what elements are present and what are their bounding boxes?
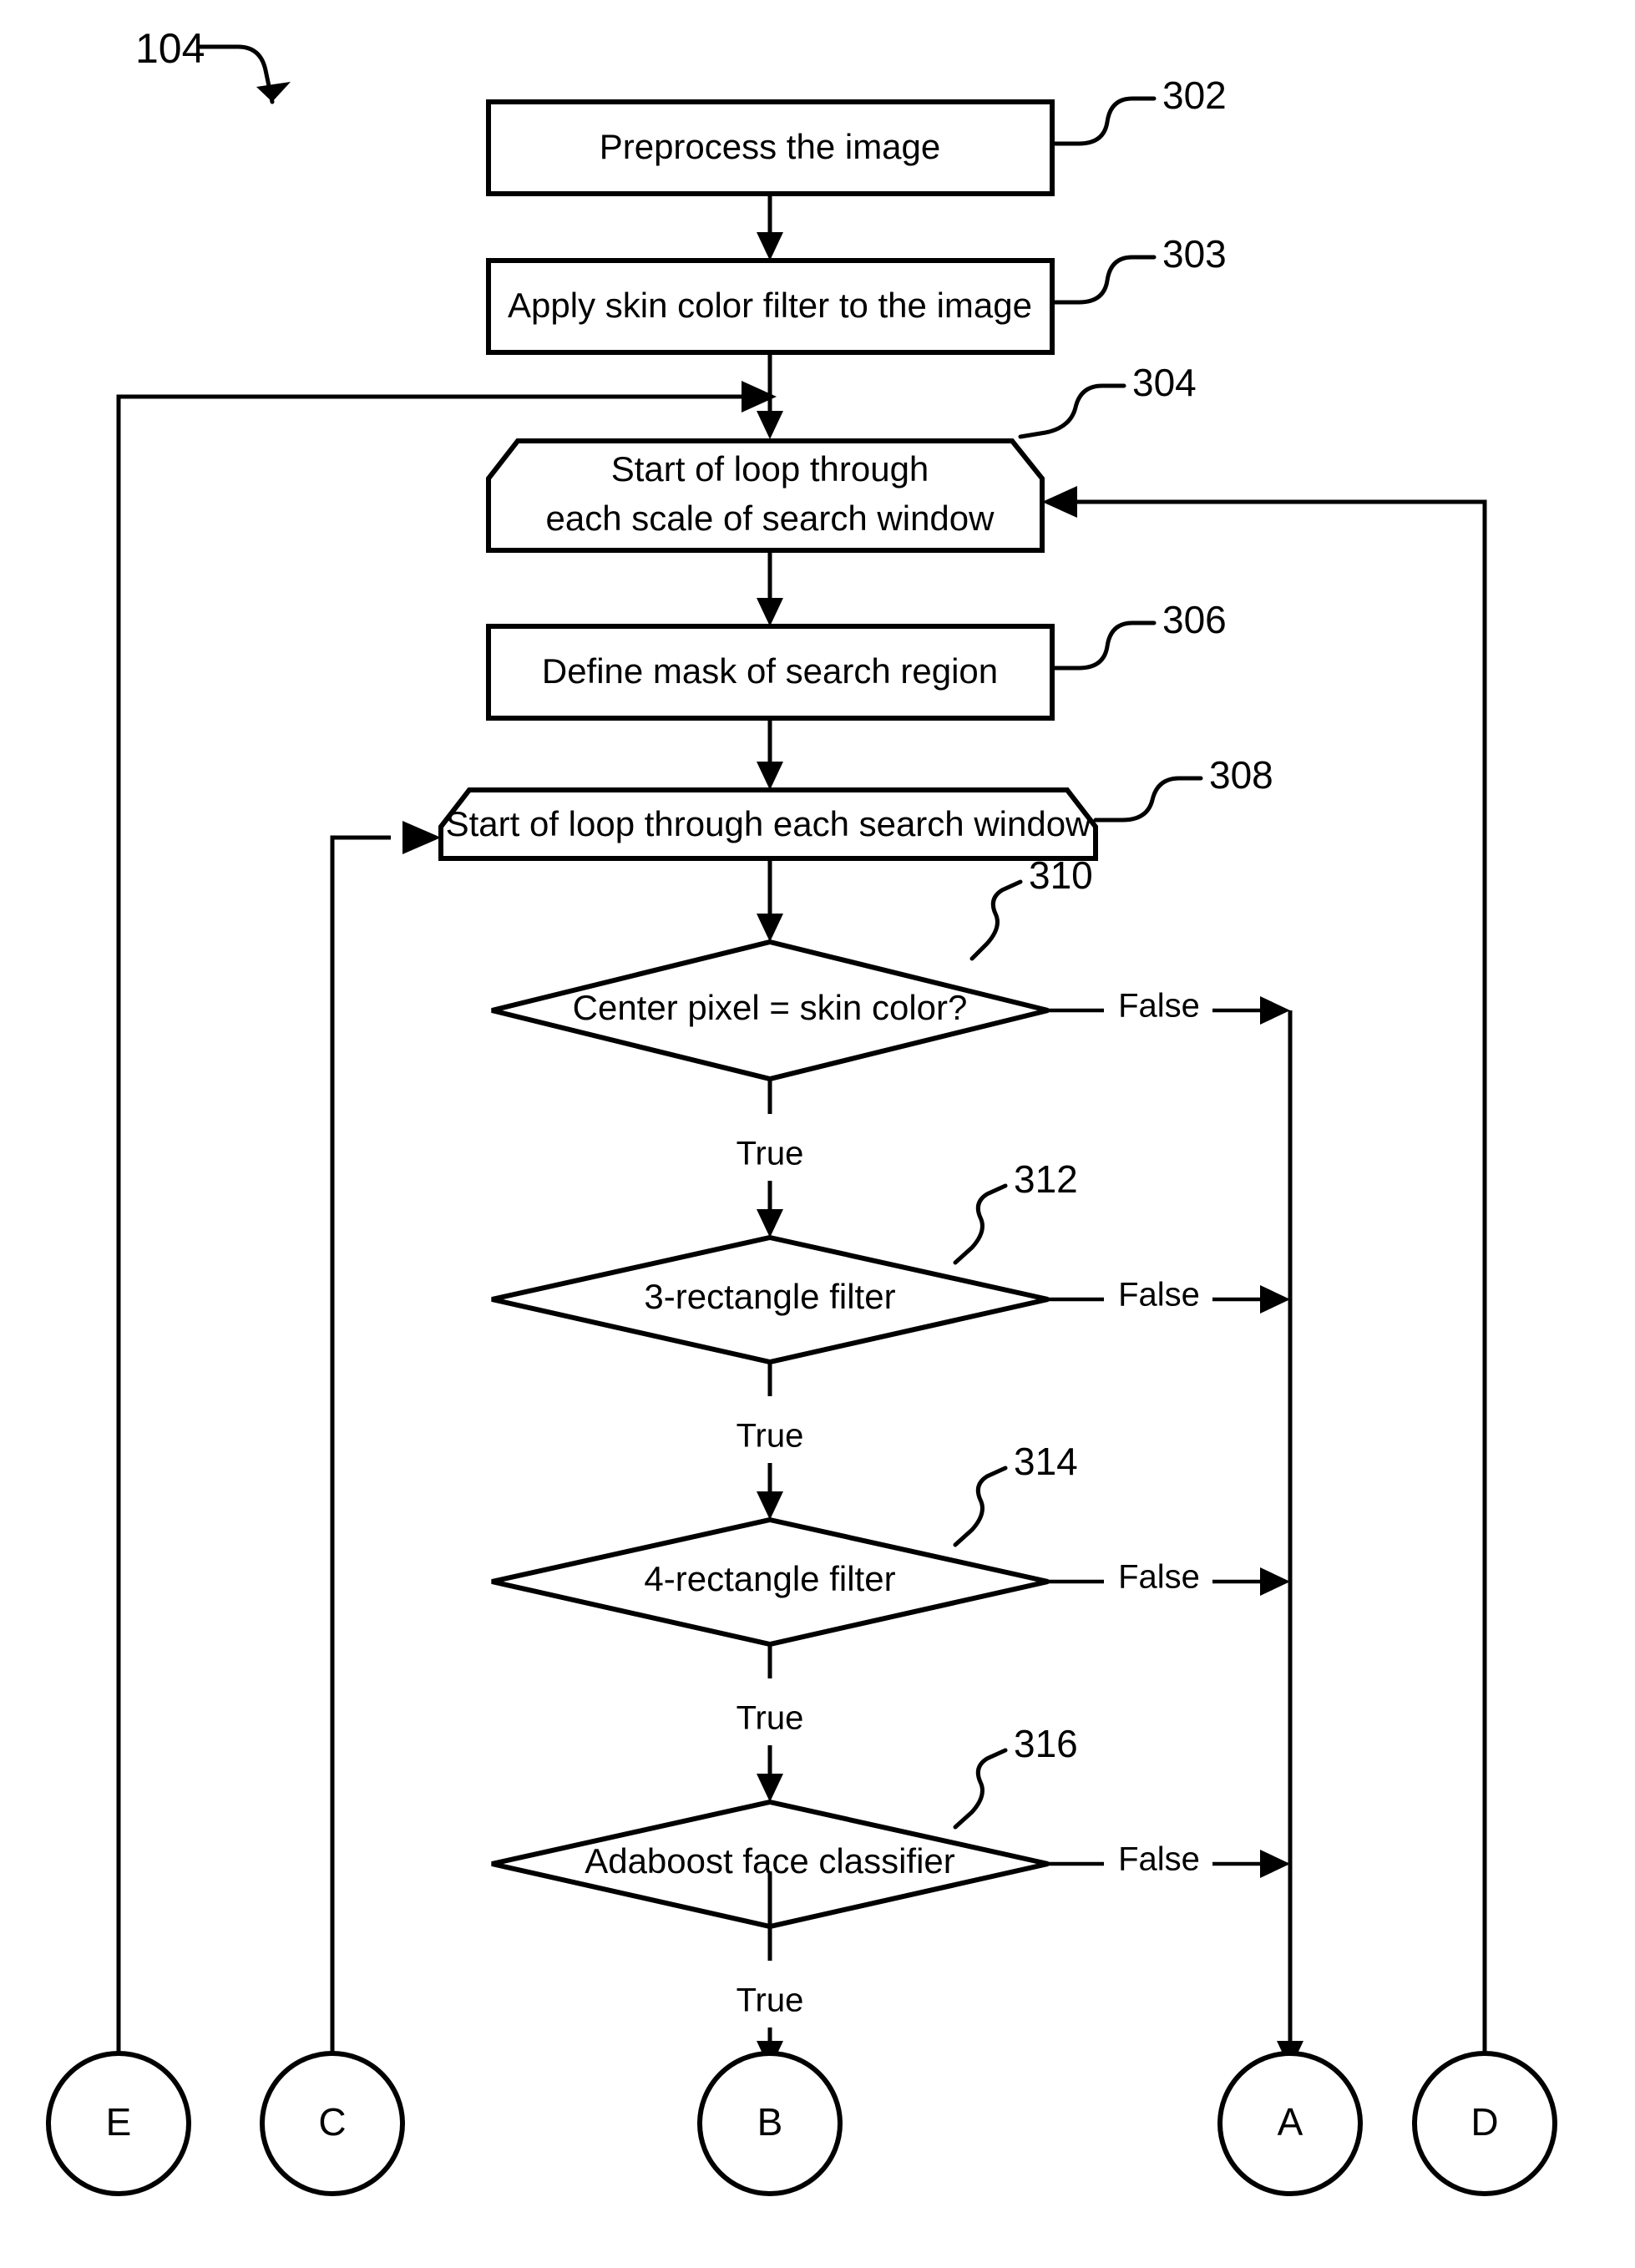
ref-314-leader [953,1466,1008,1547]
node-skin-filter-label: Apply skin color filter to the image [508,286,1032,325]
edge-arrowhead [757,1209,783,1238]
ref-306: 306 [1162,598,1227,641]
ref-302-leader [1050,96,1157,146]
edge-arrowhead [757,232,783,261]
edge-label-false-3: False [1118,1559,1200,1596]
connector-c-label: C [318,2100,346,2144]
connector-node-a[interactable]: A [1217,2051,1363,2196]
connector-node-c[interactable]: C [260,2051,405,2196]
connector-a-label: A [1278,2100,1303,2144]
edge-arrowhead [1260,1567,1290,1596]
node-loop-scale[interactable]: Start of loop through each scale of sear… [486,438,1045,553]
edge-label-false-2: False [1118,1277,1200,1314]
edge-arrowhead [1260,1850,1290,1878]
node-loop-scale-label-line2: each scale of search window [546,499,995,538]
connector-node-d[interactable]: D [1412,2051,1557,2196]
connector-e-label: E [106,2100,132,2144]
edge-arrowhead [757,598,783,626]
ref-304: 304 [1132,361,1197,404]
edge-centerpixel-false: False [1048,988,1290,1025]
edge-arrowhead [1260,1285,1290,1314]
node-filter3-label: 3-rectangle filter [644,1277,895,1316]
ref-308-group: 308 [1093,753,1273,823]
edge-adaboost-false: False [1048,1841,1290,1878]
edge-label-true-1: True [737,1136,804,1172]
node-loop-window-label: Start of loop through each search window [446,804,1091,843]
ref-303-group: 303 [1050,232,1227,305]
node-filter4-label: 4-rectangle filter [644,1559,895,1598]
edge-arrowhead [757,1491,783,1520]
node-center-pixel-label: Center pixel = skin color? [573,988,968,1027]
edge-filter3-true: True [737,1362,804,1520]
edge-label-true-3: True [737,1700,804,1737]
edge-label-false-4: False [1118,1841,1200,1878]
ref-308: 308 [1209,753,1273,797]
edge-arrowhead [757,914,783,942]
ref-316-leader [953,1748,1008,1830]
ref-304-group: 304 [1018,361,1197,439]
node-center-pixel[interactable]: Center pixel = skin color? [491,939,1049,1082]
ref-302: 302 [1162,73,1227,117]
edge-d-to-loopscale [1042,486,1487,2054]
node-skin-filter[interactable]: Apply skin color filter to the image [486,258,1055,355]
ref-310: 310 [1029,853,1093,897]
c-return-arrowhead [402,821,441,854]
edge-preprocess-to-skinfilter [757,194,783,261]
edge-definemask-to-loopwindow [757,718,783,790]
edge-label-true-4: True [737,1982,804,2019]
edge-filter4-true: True [737,1644,804,1802]
d-return-arrowhead [1042,486,1077,518]
flowchart-canvas: 104 Preprocess the image 302 Apply skin … [46,25,1557,2196]
edge-loopwindow-to-centerpixel [757,858,783,942]
edge-c-to-loopwindow [330,821,441,2054]
ref-303: 303 [1162,232,1227,276]
node-preprocess-label: Preprocess the image [600,127,941,166]
node-define-mask-label: Define mask of search region [542,651,998,691]
edge-arrowhead [757,411,783,439]
node-preprocess[interactable]: Preprocess the image [486,99,1055,196]
ref-316: 316 [1014,1722,1078,1765]
node-loop-scale-label-line1: Start of loop through [611,449,929,489]
flowchart-figure: 104 Preprocess the image 302 Apply skin … [0,0,1635,2268]
connector-b-label: B [757,2100,783,2144]
edge-filter3-false: False [1048,1277,1290,1314]
edge-label-false-1: False [1118,988,1200,1025]
figure-number: 104 [135,25,205,72]
ref-314-group: 314 [953,1440,1078,1547]
edge-false-merge-to-a [1277,1010,1303,2069]
ref-316-group: 316 [953,1722,1078,1830]
ref-310-group: 310 [969,853,1093,961]
ref-312-leader [953,1183,1008,1265]
ref-308-leader [1093,776,1203,823]
figure-leader-line [196,44,275,104]
figure-leader-arrowhead [256,82,291,102]
ref-306-leader [1050,620,1157,671]
edge-loopscale-to-definemask [757,550,783,626]
ref-314: 314 [1014,1440,1078,1483]
figure-label-group: 104 [135,25,291,104]
node-define-mask[interactable]: Define mask of search region [486,624,1055,721]
ref-304-leader [1018,383,1126,439]
node-loop-window[interactable]: Start of loop through each search window [438,787,1098,861]
edge-arrowhead [757,762,783,790]
connector-node-e[interactable]: E [46,2051,191,2196]
edge-arrowhead [757,1774,783,1802]
edge-filter4-false: False [1048,1559,1290,1596]
c-return-line [330,835,391,2054]
connector-d-label: D [1470,2100,1498,2144]
ref-312: 312 [1014,1157,1078,1201]
ref-303-leader [1050,255,1157,305]
ref-310-leader [969,879,1023,961]
edge-label-true-2: True [737,1418,804,1455]
ref-312-group: 312 [953,1157,1078,1265]
ref-302-group: 302 [1050,73,1227,146]
ref-306-group: 306 [1050,598,1227,671]
edge-arrowhead [1260,996,1290,1025]
edge-centerpixel-true: True [737,1079,804,1238]
connector-node-b[interactable]: B [697,2051,843,2196]
